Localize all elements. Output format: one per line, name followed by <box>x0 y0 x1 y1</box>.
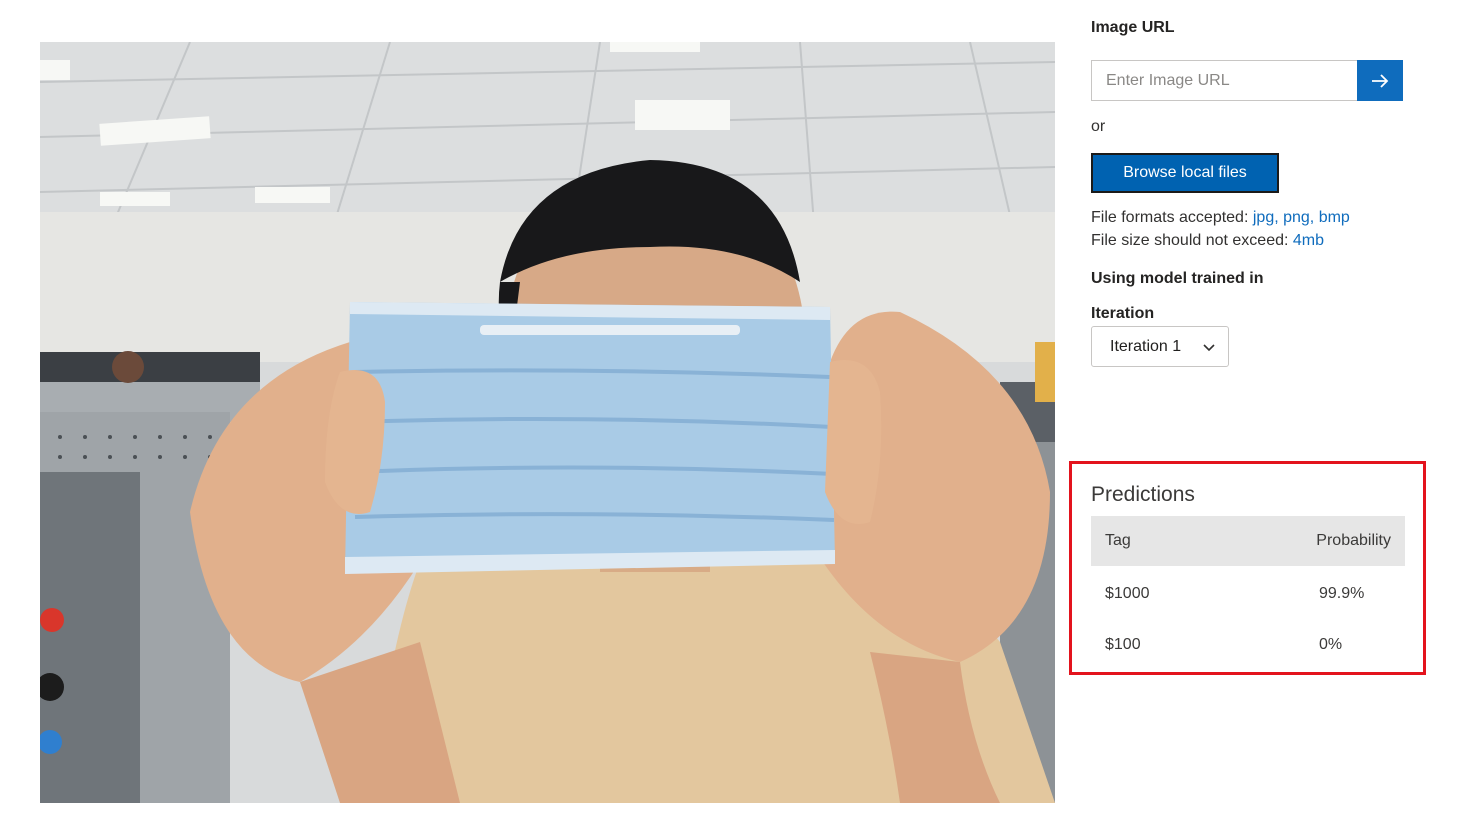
probability-column-header: Probability <box>1316 532 1391 549</box>
predictions-table-header: Tag Probability <box>1091 516 1405 566</box>
uploaded-image <box>40 42 1055 803</box>
file-size-label: File size should not exceed: <box>1091 232 1289 249</box>
image-url-label: Image URL <box>1091 19 1175 36</box>
iteration-label: Iteration <box>1091 305 1155 322</box>
image-url-input[interactable] <box>1091 60 1357 101</box>
file-size-value: 4mb <box>1292 232 1325 249</box>
table-row: $100 0% <box>1091 620 1405 670</box>
predictions-title: Predictions <box>1091 483 1195 506</box>
prediction-probability: 99.9% <box>1319 585 1365 602</box>
image-url-row <box>1091 60 1403 101</box>
prediction-probability: 0% <box>1319 636 1343 653</box>
file-formats-value: jpg, png, bmp <box>1252 209 1350 226</box>
iteration-dropdown[interactable]: Iteration 1 <box>1091 326 1229 367</box>
submit-url-button[interactable] <box>1357 60 1403 101</box>
file-size-info: File size should not exceed: 4mb <box>1091 232 1324 250</box>
model-label: Using model trained in <box>1091 270 1264 287</box>
or-separator: or <box>1091 118 1106 135</box>
prediction-tag: $1000 <box>1105 585 1150 602</box>
table-row: $1000 99.9% <box>1091 569 1405 619</box>
tag-column-header: Tag <box>1105 532 1131 549</box>
upload-panel: Image URL or Browse local files File for… <box>1091 0 1431 816</box>
file-formats-label: File formats accepted: <box>1091 209 1249 226</box>
prediction-tag: $100 <box>1105 636 1141 653</box>
predictions-panel: Predictions Tag Probability $1000 99.9% … <box>1069 461 1426 675</box>
iteration-selected-value: Iteration 1 <box>1110 337 1182 355</box>
chevron-down-icon <box>1203 343 1215 351</box>
arrow-right-icon <box>1372 73 1389 88</box>
file-formats-info: File formats accepted: jpg, png, bmp <box>1091 209 1350 227</box>
browse-local-files-button[interactable]: Browse local files <box>1091 153 1279 193</box>
